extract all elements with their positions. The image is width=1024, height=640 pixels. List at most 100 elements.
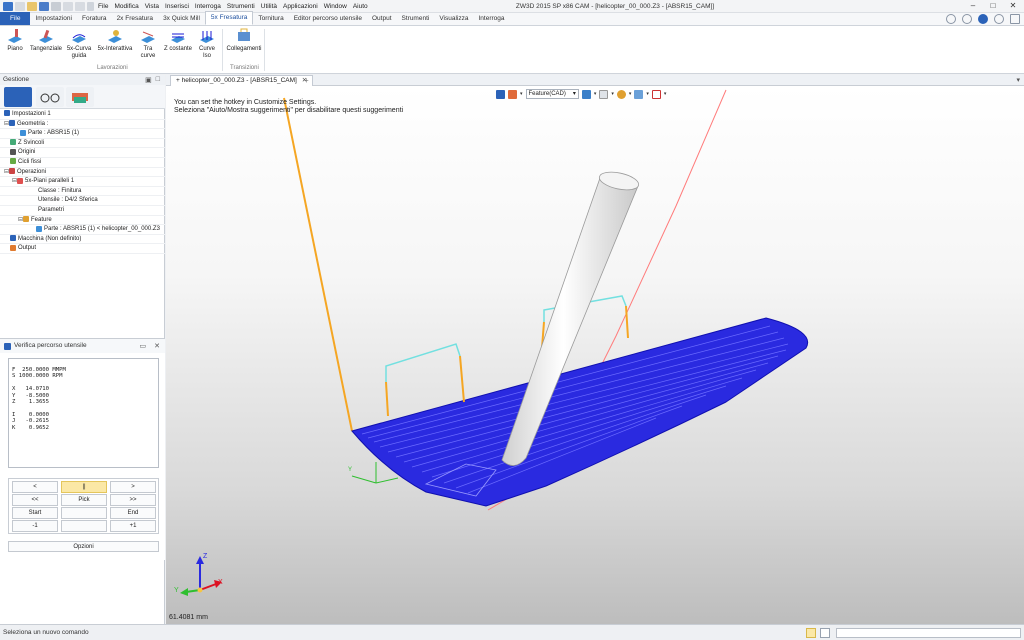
menu-applicazioni[interactable]: Applicazioni [280, 0, 321, 13]
save-icon[interactable] [39, 2, 49, 11]
command-input[interactable] [836, 628, 1021, 638]
view-tab-icon[interactable] [36, 87, 64, 107]
tab-impostazioni[interactable]: Impostazioni [30, 13, 77, 25]
tree-item-parte-feature[interactable]: Parte : ABSR15 (1) < helicopter_00_000.Z… [0, 225, 165, 235]
filter-icon[interactable] [496, 89, 505, 99]
start-button[interactable]: Start [12, 507, 58, 519]
section-icon[interactable] [651, 89, 661, 99]
dropdown-arrow-icon[interactable]: ▾ [594, 91, 597, 97]
plus-one-button[interactable]: +1 [110, 520, 156, 532]
display-icon[interactable] [634, 89, 644, 99]
verify-close-icon[interactable]: ✕ [154, 342, 160, 350]
tree-item-parametri[interactable]: Parametri [0, 206, 165, 216]
tra-curve-button[interactable]: Tra curve [136, 28, 160, 60]
undo-icon[interactable] [63, 2, 73, 11]
tab-strumenti[interactable]: Strumenti [397, 13, 435, 25]
comment-icon[interactable]: ▭ [140, 342, 147, 350]
menu-modifica[interactable]: Modifica [111, 0, 141, 13]
view-orient-icon[interactable] [599, 89, 609, 99]
tab-interroga[interactable]: Interroga [474, 13, 510, 25]
minimize-icon[interactable]: – [965, 1, 981, 11]
fast-forward-button[interactable]: >> [110, 494, 156, 506]
piano-button[interactable]: Piano [4, 28, 26, 53]
dropdown-arrow-icon[interactable]: ▾ [611, 91, 614, 97]
tree-item-macchina[interactable]: Macchina (Non definito) [0, 235, 165, 245]
tab-list-icon[interactable]: ▾ [1016, 75, 1020, 86]
collegamenti-button[interactable]: Collegamenti [226, 28, 262, 53]
menu-window[interactable]: Window [321, 0, 350, 13]
input-mode-icon[interactable] [806, 628, 816, 638]
step-back-button[interactable]: < [12, 481, 58, 493]
tree-item-feature[interactable]: ⊟ Feature [0, 215, 165, 226]
rewind-button[interactable]: << [12, 494, 58, 506]
tree-item-output[interactable]: Output [0, 244, 165, 254]
dropdown-arrow-icon[interactable]: ▾ [646, 91, 649, 97]
history-tab-icon[interactable] [4, 87, 32, 107]
document-tabs: + helicopter_00_000.Z3 - [ABSR15_CAM] ✕ … [166, 75, 1024, 86]
quick-access-dropdown-icon[interactable] [87, 2, 94, 11]
menu-utilita[interactable]: Utilità [258, 0, 280, 13]
tab-editor-percorso[interactable]: Editor percorso utensile [289, 13, 367, 25]
pause-button[interactable]: || [61, 481, 107, 493]
pick-filter-icon[interactable] [508, 89, 517, 99]
menu-file[interactable]: File [95, 0, 111, 13]
new-file-icon[interactable] [15, 2, 25, 11]
tangenziale-button[interactable]: Tangenziale [28, 28, 64, 53]
document-tab[interactable]: + helicopter_00_000.Z3 - [ABSR15_CAM] ✕ [170, 75, 314, 86]
render-mode-icon[interactable] [616, 89, 626, 99]
menu-vista[interactable]: Vista [142, 0, 162, 13]
print-icon[interactable] [51, 2, 61, 11]
curve-iso-button[interactable]: Curve Iso [196, 28, 218, 60]
grid-mode-icon[interactable] [820, 628, 830, 638]
blank-button-2[interactable] [61, 520, 107, 532]
tree-item-5x-piani[interactable]: ⊟ 5x-Piani paralleli 1 [0, 177, 165, 187]
end-button[interactable]: End [110, 507, 156, 519]
menu-inserisci[interactable]: Inserisci [162, 0, 192, 13]
3d-viewport[interactable]: You can set the hotkey in Customize Sett… [166, 86, 1024, 624]
tab-tornitura[interactable]: Tornitura [253, 13, 288, 25]
tab-2x-fresatura[interactable]: 2x Fresatura [112, 13, 159, 25]
feature-filter-select[interactable]: Feature(CAD) [525, 89, 579, 99]
home-icon[interactable] [962, 14, 972, 24]
dropdown-arrow-icon[interactable]: ▾ [520, 91, 523, 97]
back-icon[interactable] [946, 14, 956, 24]
tab-output[interactable]: Output [367, 13, 397, 25]
tab-visualizza[interactable]: Visualizza [434, 13, 473, 25]
tab-3x-quick-mill[interactable]: 3x Quick Mill [158, 13, 205, 25]
layers-tab-icon[interactable] [66, 87, 94, 107]
tree-item-utensile[interactable]: Utensile : D4/2 Sferica [0, 196, 165, 206]
5x-interattiva-button[interactable]: 5x-Interattiva [96, 28, 134, 53]
settings-icon[interactable] [994, 14, 1004, 24]
tree-item-impostazioni[interactable]: Impostazioni 1 [0, 110, 165, 120]
step-forward-button[interactable]: > [110, 481, 156, 493]
shading-icon[interactable] [581, 89, 591, 99]
maximize-icon[interactable]: □ [985, 1, 1001, 11]
tree-item-classe[interactable]: Classe : Finitura [0, 187, 165, 197]
pick-button[interactable]: Pick [61, 494, 107, 506]
menu-aiuto[interactable]: Aiuto [350, 0, 371, 13]
tab-5x-fresatura[interactable]: 5x Fresatura [204, 11, 254, 25]
tab-file[interactable]: File [0, 12, 31, 25]
tree-item-z-svincoli[interactable]: Z Svincoli [0, 139, 165, 149]
minus-one-button[interactable]: -1 [12, 520, 58, 532]
tab-foratura[interactable]: Foratura [77, 13, 112, 25]
tree-item-origini[interactable]: Origini [0, 148, 165, 158]
dropdown-arrow-icon[interactable]: ▾ [664, 91, 667, 97]
tree-item-parte[interactable]: Parte : ABSR15 (1) [0, 129, 165, 139]
open-file-icon[interactable] [27, 2, 37, 11]
tree-item-geometria[interactable]: ⊟ Geometria : [0, 120, 165, 130]
close-icon[interactable]: ✕ [1005, 1, 1021, 11]
pin-icon[interactable]: ▣ [145, 76, 152, 84]
tree-item-cicli-fissi[interactable]: Cicli fissi [0, 158, 165, 168]
options-button[interactable]: Opzioni [8, 541, 159, 552]
panel-close-icon[interactable]: □ [156, 76, 160, 84]
help-icon[interactable] [978, 14, 988, 24]
blank-button[interactable] [61, 507, 107, 519]
dropdown-arrow-icon[interactable]: ▾ [629, 91, 632, 97]
5x-curva-guida-button[interactable]: 5x-Curva guida [64, 28, 94, 60]
tree-item-operazioni[interactable]: ⊟ Operazioni [0, 167, 165, 178]
redo-icon[interactable] [75, 2, 85, 11]
new-tab-icon[interactable]: + [304, 75, 309, 86]
z-costante-button[interactable]: Z costante [162, 28, 194, 53]
ribbon-minimize-icon[interactable] [1010, 14, 1020, 24]
